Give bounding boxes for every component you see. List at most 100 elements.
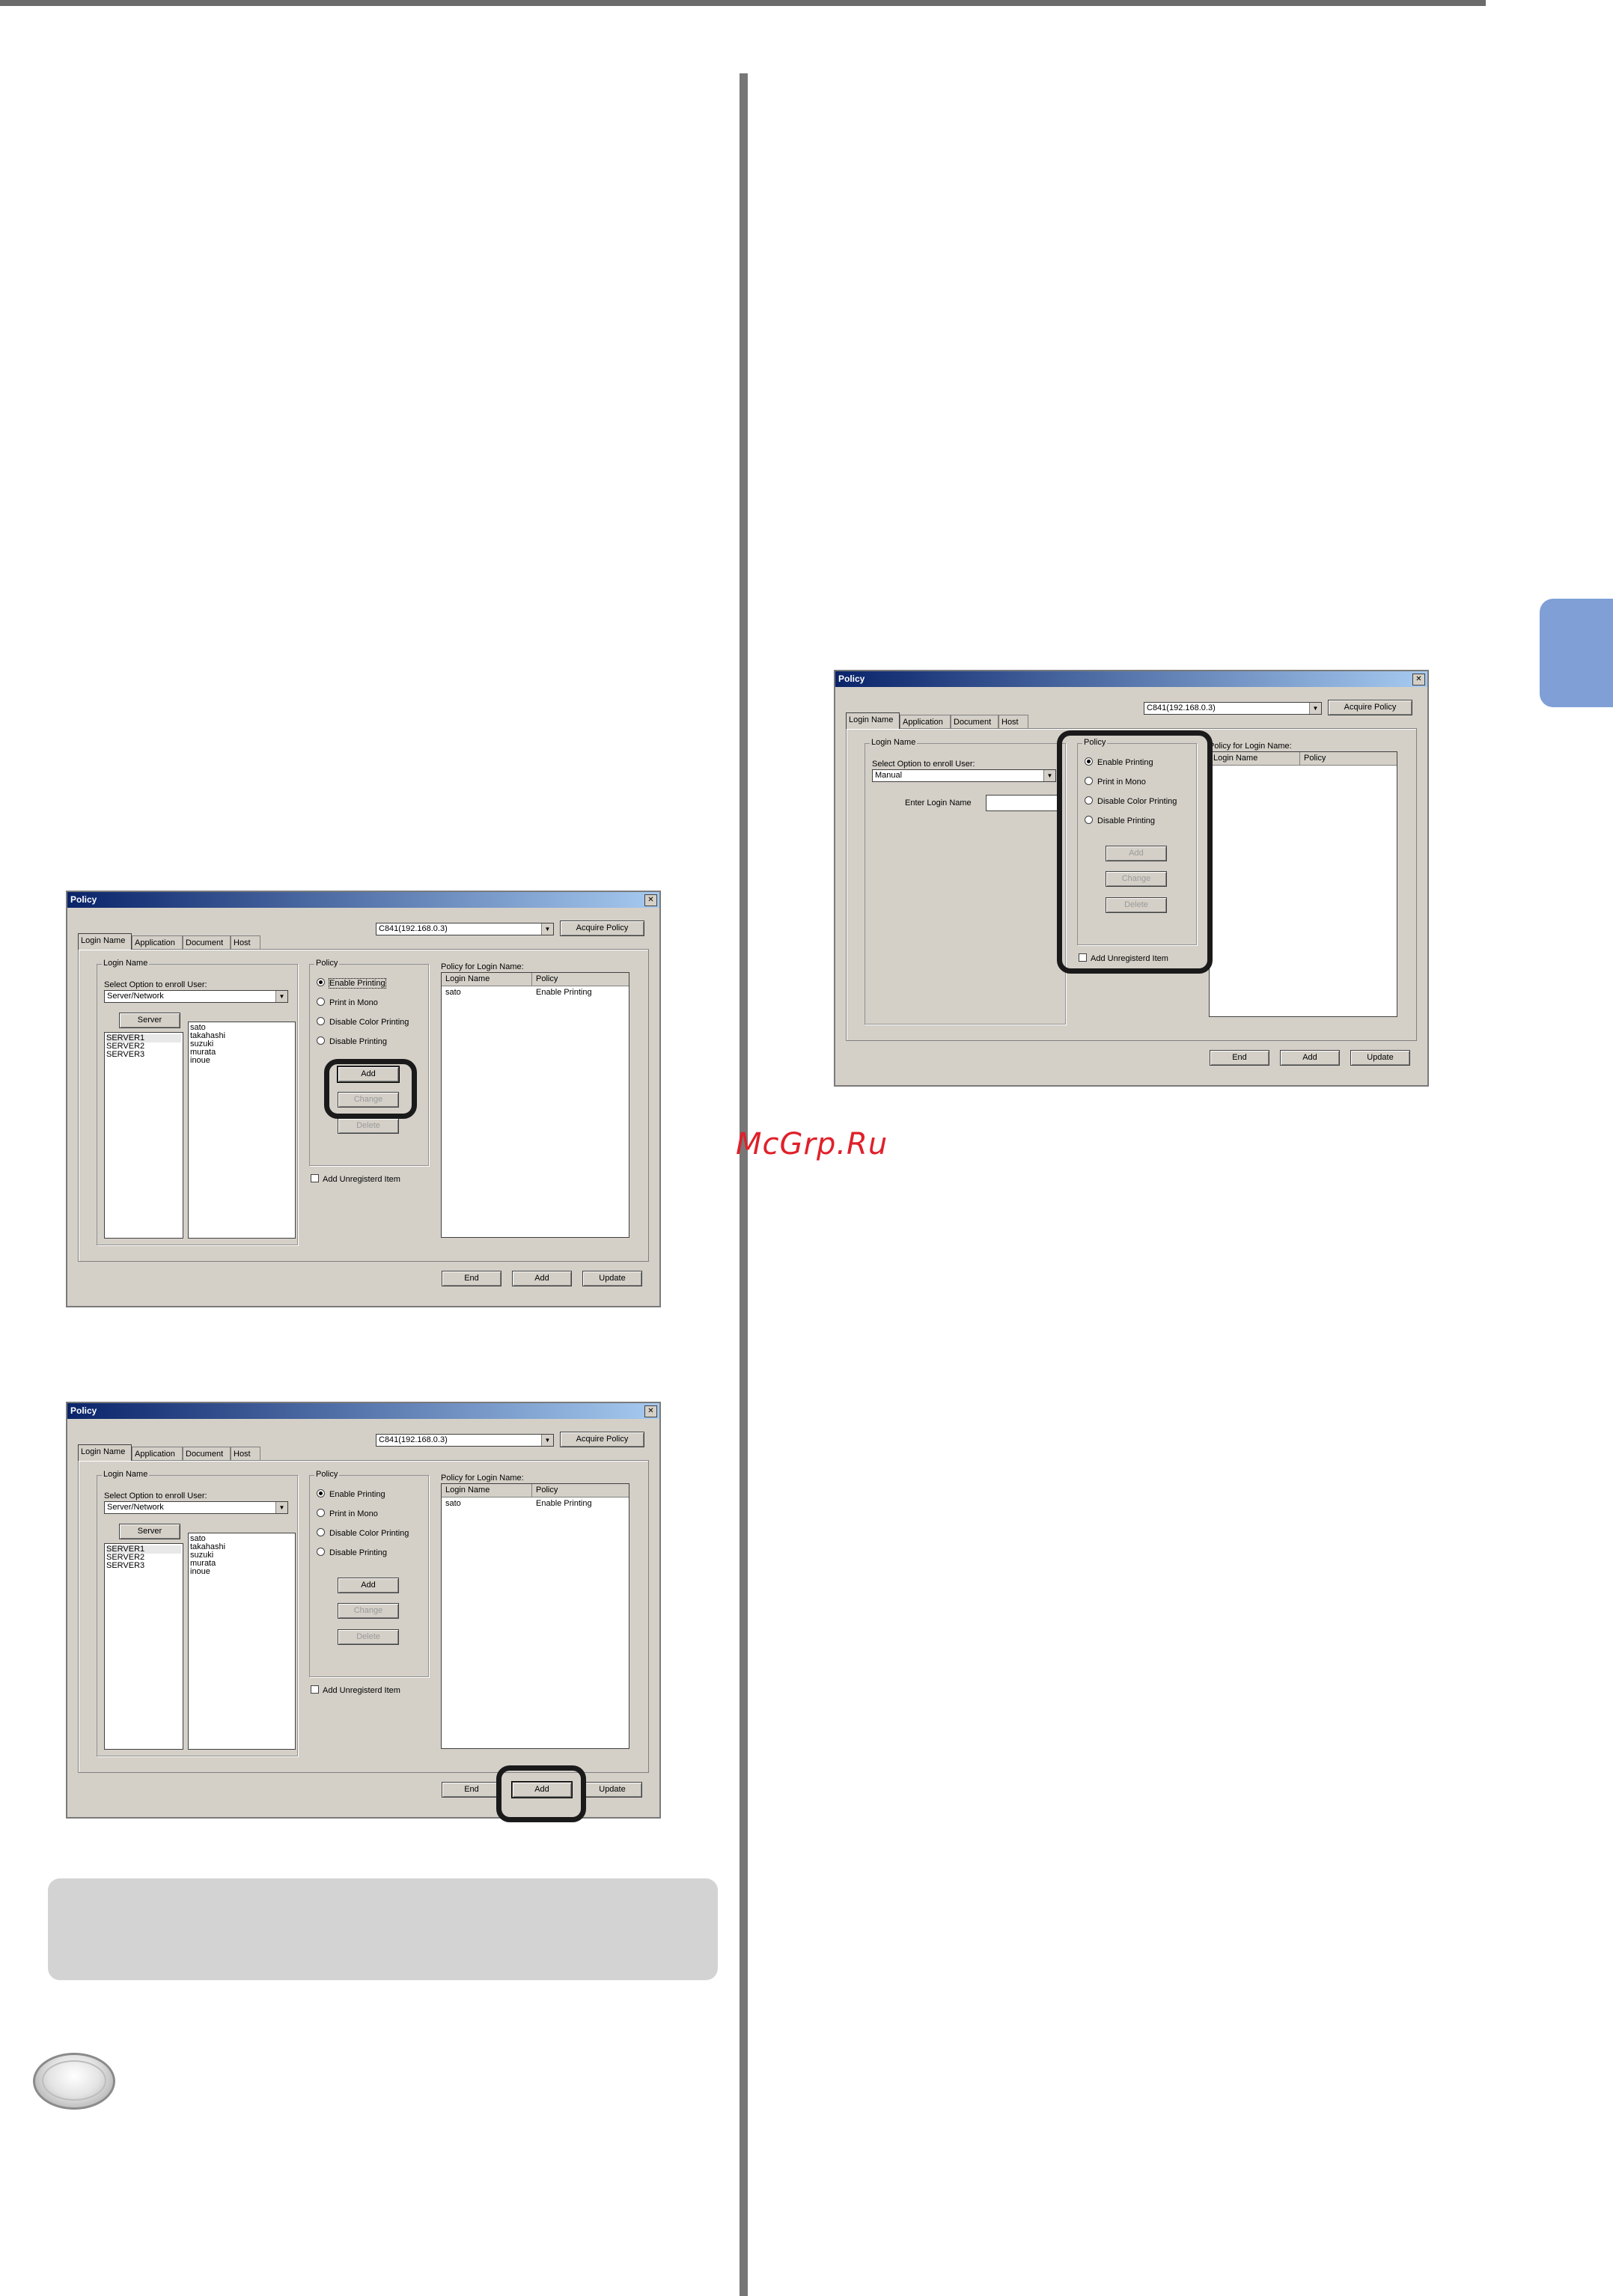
row-policy: Enable Printing — [536, 1499, 592, 1508]
note-box — [48, 1878, 718, 1980]
radio-print-in-mono[interactable]: Print in Mono — [317, 998, 378, 1007]
user-list[interactable]: sato takahashi suzuki murata inoue — [188, 1022, 296, 1239]
tab-login-name[interactable]: Login Name — [846, 712, 900, 729]
list-header: Login Name Policy — [442, 1484, 629, 1497]
select-option-label: Select Option to enroll User: — [872, 760, 975, 769]
chevron-down-icon[interactable]: ▼ — [541, 1435, 553, 1446]
server-list[interactable]: SERVER1 SERVER2 SERVER3 — [104, 1543, 183, 1750]
list-header: Login Name Policy — [442, 973, 629, 986]
radio-print-in-mono[interactable]: Print in Mono — [317, 1509, 378, 1518]
enroll-option-select[interactable]: Server/Network ▼ — [104, 1501, 288, 1514]
chevron-down-icon[interactable]: ▼ — [1043, 770, 1055, 781]
select-option-label: Select Option to enroll User: — [104, 980, 207, 989]
printer-select[interactable]: C841(192.168.0.3) ▼ — [1144, 702, 1322, 715]
radio-disable-color-printing[interactable]: Disable Color Printing — [317, 1017, 409, 1027]
tab-application[interactable]: Application — [132, 935, 183, 949]
acquire-policy-button[interactable]: Acquire Policy — [560, 920, 644, 936]
tab-host[interactable]: Host — [231, 1447, 260, 1460]
enroll-option-value: Server/Network — [107, 992, 164, 1001]
update-button[interactable]: Update — [582, 1782, 642, 1798]
radio-enable-printing[interactable]: Enable Printing — [317, 1489, 385, 1499]
policy-for-login-label: Policy for Login Name: — [1209, 742, 1292, 751]
end-button[interactable]: End — [442, 1782, 501, 1798]
delete-button[interactable]: Delete — [338, 1629, 399, 1645]
tab-login-name[interactable]: Login Name — [78, 1444, 132, 1461]
radio-enable-printing[interactable]: Enable Printing — [317, 978, 386, 989]
list-item[interactable]: SERVER3 — [106, 1562, 181, 1570]
enroll-option-select[interactable]: Manual ▼ — [872, 769, 1056, 782]
policy-list[interactable]: Login Name Policy — [1209, 751, 1397, 1017]
highlight-ring — [1057, 730, 1213, 974]
tab-host[interactable]: Host — [998, 715, 1028, 728]
highlight-ring — [324, 1059, 417, 1119]
close-icon[interactable]: ✕ — [1412, 674, 1425, 686]
list-header: Login Name Policy — [1210, 752, 1397, 766]
col-login-name: Login Name — [445, 1486, 490, 1494]
enroll-option-select[interactable]: Server/Network ▼ — [104, 990, 288, 1003]
delete-button[interactable]: Delete — [338, 1118, 399, 1134]
acquire-policy-button[interactable]: Acquire Policy — [560, 1432, 644, 1447]
tab-application[interactable]: Application — [132, 1447, 183, 1460]
dialog-title: Policy — [70, 1405, 97, 1416]
end-button[interactable]: End — [442, 1271, 501, 1286]
enter-login-name-label: Enter Login Name — [905, 799, 972, 807]
group-title: Login Name — [870, 738, 918, 747]
acquire-policy-button[interactable]: Acquire Policy — [1328, 700, 1412, 715]
policy-add-button[interactable]: Add — [338, 1578, 399, 1593]
list-item[interactable]: SERVER3 — [106, 1051, 181, 1059]
list-item[interactable]: inoue — [190, 1568, 293, 1576]
add-button[interactable]: Add — [512, 1271, 572, 1286]
col-login-name: Login Name — [1213, 754, 1258, 763]
radio-disable-printing[interactable]: Disable Printing — [317, 1036, 387, 1046]
login-name-input[interactable] — [986, 795, 1058, 811]
tab-login-name[interactable]: Login Name — [78, 933, 132, 950]
add-unregistered-checkbox[interactable]: Add Unregisterd Item — [311, 1685, 400, 1695]
row-login: sato — [445, 1499, 461, 1508]
change-button[interactable]: Change — [338, 1603, 399, 1619]
select-option-label: Select Option to enroll User: — [104, 1492, 207, 1500]
group-title: Login Name — [102, 959, 150, 968]
radio-disable-printing[interactable]: Disable Printing — [317, 1548, 387, 1557]
update-button[interactable]: Update — [582, 1271, 642, 1286]
chevron-down-icon[interactable]: ▼ — [275, 991, 287, 1002]
policy-for-login-label: Policy for Login Name: — [441, 962, 524, 971]
server-button[interactable]: Server — [119, 1524, 180, 1539]
col-policy: Policy — [536, 974, 558, 983]
tab-document[interactable]: Document — [951, 715, 998, 728]
col-policy: Policy — [536, 1486, 558, 1494]
close-icon[interactable]: ✕ — [644, 894, 657, 906]
row-login: sato — [445, 988, 461, 997]
list-item[interactable]: inoue — [190, 1057, 293, 1065]
printer-select[interactable]: C841(192.168.0.3) ▼ — [376, 923, 554, 935]
chevron-down-icon[interactable]: ▼ — [541, 923, 553, 935]
column-divider — [740, 73, 748, 2296]
watermark: McGrp.Ru — [736, 1127, 888, 1161]
tab-document[interactable]: Document — [183, 1447, 231, 1460]
end-button[interactable]: End — [1210, 1050, 1269, 1066]
update-button[interactable]: Update — [1350, 1050, 1410, 1066]
policy-list[interactable]: Login Name Policy sato Enable Printing — [441, 972, 629, 1238]
user-list[interactable]: sato takahashi suzuki murata inoue — [188, 1533, 296, 1750]
chevron-down-icon[interactable]: ▼ — [275, 1502, 287, 1513]
dialog-title: Policy — [838, 674, 865, 684]
tab-host[interactable]: Host — [231, 935, 260, 949]
add-unregistered-checkbox[interactable]: Add Unregisterd Item — [311, 1174, 400, 1184]
group-title: Policy — [314, 1470, 340, 1479]
printer-select[interactable]: C841(192.168.0.3) ▼ — [376, 1434, 554, 1447]
server-list[interactable]: SERVER1 SERVER2 SERVER3 — [104, 1032, 183, 1239]
policy-for-login-label: Policy for Login Name: — [441, 1474, 524, 1483]
close-icon[interactable]: ✕ — [644, 1405, 657, 1417]
group-title: Login Name — [102, 1470, 150, 1479]
enroll-option-value: Server/Network — [107, 1503, 164, 1512]
login-name-group: Login Name — [865, 738, 1066, 1025]
enroll-option-value: Manual — [875, 771, 903, 780]
memo-icon — [33, 2053, 115, 2110]
tab-application[interactable]: Application — [900, 715, 951, 728]
server-button[interactable]: Server — [119, 1013, 180, 1028]
tab-document[interactable]: Document — [183, 935, 231, 949]
chevron-down-icon[interactable]: ▼ — [1309, 703, 1321, 714]
policy-list[interactable]: Login Name Policy sato Enable Printing — [441, 1483, 629, 1749]
radio-disable-color-printing[interactable]: Disable Color Printing — [317, 1528, 409, 1538]
add-button[interactable]: Add — [1280, 1050, 1340, 1066]
group-title: Policy — [314, 959, 340, 968]
